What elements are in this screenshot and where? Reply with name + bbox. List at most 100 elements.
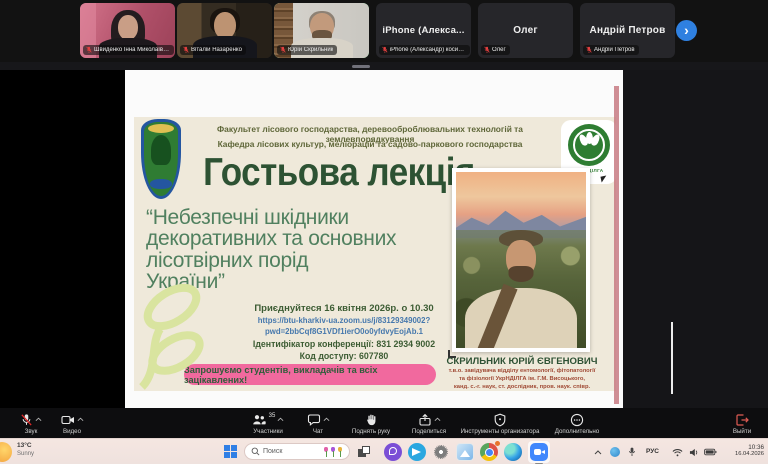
host-tools-button[interactable]: Инструменты организатора <box>452 412 548 435</box>
tray-device-icon[interactable] <box>628 439 636 464</box>
host-tools-label: Инструменты организатора <box>461 428 540 435</box>
telegram-app-icon[interactable] <box>408 443 426 461</box>
shield-icon <box>493 413 507 427</box>
chevron-up-icon[interactable] <box>323 417 330 422</box>
participant-name-badge: Андрій Петров <box>583 45 639 55</box>
more-button[interactable]: Дополнительно <box>548 412 606 435</box>
raise-hand-label: Поднять руку <box>352 428 390 435</box>
speaker-title-line: т.в.о. завідувача відділу ентомології, ф… <box>440 368 604 374</box>
windows-taskbar: 13°C Sunny Поиск РУС <box>0 438 768 464</box>
search-placeholder: Поиск <box>263 448 282 455</box>
chrome-app-icon[interactable] <box>480 443 498 461</box>
participants-label: Участники <box>253 428 283 435</box>
lecture-poster: Факультет лісового господарства, деревоо… <box>134 117 616 391</box>
time: 10:36 <box>726 444 764 451</box>
slide-edge-accent <box>614 86 619 404</box>
settings-app-icon[interactable] <box>432 443 450 461</box>
speaker-name: СКРИЛЬНИК ЮРІЙ ЄВГЕНОВИЧ <box>440 356 604 367</box>
edge-app-icon[interactable] <box>504 443 522 461</box>
more-label: Дополнительно <box>555 428 600 435</box>
video-tile-nazarenko[interactable]: Віталій Назаренко <box>177 3 272 58</box>
share-screen-icon <box>418 413 432 427</box>
chevron-up-icon[interactable] <box>35 417 42 422</box>
raise-hand-button[interactable]: Поднять руку <box>340 412 402 435</box>
clock[interactable]: 10:36 16.04.2026 <box>726 444 764 457</box>
participant-name: Юрій Скрильник <box>288 47 333 53</box>
speaker-title-line: канд. с.-г. наук, ст. дослідник, пров. н… <box>440 384 604 390</box>
participant-name-badge: iPhone (Александр) косицын <box>379 45 470 55</box>
mic-muted-icon <box>20 413 33 427</box>
video-tile-skrylnyk-active-speaker[interactable]: Юрій Скрильник <box>274 3 369 58</box>
audio-tile-oleg[interactable]: Олег Олег <box>478 3 573 58</box>
mic-muted-icon <box>86 46 92 54</box>
panel-edge-line <box>671 322 673 394</box>
weather-sun-icon[interactable] <box>0 442 12 462</box>
mic-muted-icon <box>586 46 592 54</box>
task-view-button[interactable] <box>358 446 370 457</box>
participant-name-badge: Швиденко Інна Миколаївна <box>83 45 174 55</box>
chat-bubble-icon <box>307 413 321 427</box>
next-participants-button[interactable]: › <box>676 20 697 41</box>
leave-meeting-button[interactable]: Выйти <box>722 412 762 435</box>
participant-name: Андрій Петров <box>594 47 635 53</box>
chevron-up-icon[interactable] <box>277 417 284 422</box>
windows-start-button[interactable] <box>224 445 237 458</box>
strip-drag-handle[interactable] <box>352 65 370 68</box>
raised-hand-icon <box>365 413 378 427</box>
participants-count: 35 <box>269 413 276 419</box>
search-highlight-tulips-icon <box>323 447 343 457</box>
speaker-title-line: та фізіології УкрНДІЛГА ім. Г.М. Висоцьк… <box>440 376 604 382</box>
zoom-meeting-window: Швиденко Інна Миколаївна Віталій Назарен… <box>0 0 768 464</box>
chat-button[interactable]: Чат <box>300 412 336 435</box>
access-code: Код доступу: 607780 <box>229 351 459 361</box>
video-button[interactable]: Видео <box>52 412 92 435</box>
chevron-up-icon[interactable] <box>434 417 441 422</box>
battery-icon[interactable] <box>704 439 717 464</box>
mic-muted-icon <box>382 46 388 54</box>
leave-meeting-icon <box>735 413 749 427</box>
participant-name: Віталій Назаренко <box>191 47 242 53</box>
audio-tile-iphone[interactable]: iPhone (Алекса... iPhone (Александр) кос… <box>376 3 471 58</box>
video-label: Видео <box>63 428 81 435</box>
mic-muted-icon <box>183 46 189 54</box>
zoom-link-line1: https://btu-kharkiv-ua.zoom.us/j/8312934… <box>239 316 449 325</box>
department-line: Кафедра лісових культур, меліорацій та с… <box>180 139 560 149</box>
weather-temperature[interactable]: 13°C <box>17 442 32 449</box>
participant-name-badge: Олег <box>481 45 510 55</box>
notification-badge <box>495 441 500 446</box>
tray-app-icon[interactable] <box>610 439 620 464</box>
video-tile-shvydenko[interactable]: Швиденко Інна Миколаївна <box>80 3 175 58</box>
date: 16.04.2026 <box>726 451 764 457</box>
participants-button[interactable]: 35 Участники <box>240 412 296 435</box>
taskbar-search-box[interactable]: Поиск <box>244 443 350 460</box>
viber-app-icon[interactable] <box>384 443 402 461</box>
tray-overflow-chevron[interactable] <box>594 439 602 464</box>
share-screen-button[interactable]: Поделиться <box>402 412 456 435</box>
participant-name: Швиденко Інна Миколаївна <box>94 47 170 53</box>
video-camera-icon <box>61 413 75 427</box>
mic-muted-icon <box>280 46 286 54</box>
presenter-cursor <box>600 175 607 182</box>
zoom-app-icon-active[interactable] <box>528 441 550 463</box>
speaker-photo <box>452 168 590 352</box>
search-icon <box>251 447 260 456</box>
weather-condition[interactable]: Sunny <box>17 451 34 457</box>
participant-name: Олег <box>492 47 506 53</box>
audio-tile-petrov[interactable]: Андрій Петров Андрій Петров <box>580 3 675 58</box>
participants-icon <box>252 413 266 427</box>
leave-label: Выйти <box>733 428 751 435</box>
tree-leaves-icon <box>568 124 610 166</box>
language-indicator[interactable]: РУС <box>646 448 659 455</box>
audio-button[interactable]: Звук <box>12 412 50 435</box>
photos-app-icon[interactable] <box>456 443 474 461</box>
mic-muted-icon <box>484 46 490 54</box>
chevron-up-icon[interactable] <box>77 417 84 422</box>
wifi-icon[interactable] <box>672 439 683 464</box>
join-date-line: Приєднуйтеся 16 квітня 2026р. о 10.30 <box>229 303 459 314</box>
faculty-emblem-icon <box>141 119 181 199</box>
participant-name-badge: Віталій Назаренко <box>180 45 246 55</box>
strip-divider <box>0 62 768 70</box>
participant-name: iPhone (Александр) косицын <box>390 47 466 53</box>
zoom-link-line2: pwd=2bbCqf8G1VDf1ierO0o0yfdvyEojAb.1 <box>239 327 449 336</box>
volume-icon[interactable] <box>689 439 699 464</box>
